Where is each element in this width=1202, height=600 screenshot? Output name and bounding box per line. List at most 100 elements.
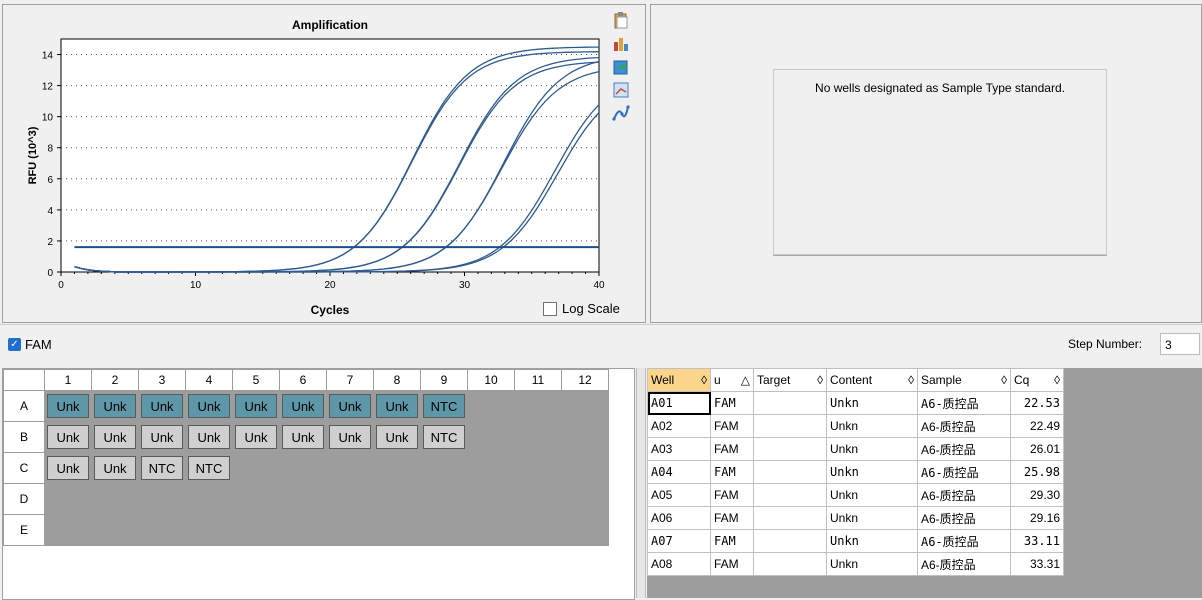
results-cell[interactable]: A6-质控品 bbox=[917, 506, 1011, 530]
curve-fit-icon[interactable] bbox=[611, 103, 631, 123]
plate-column-header[interactable]: 3 bbox=[138, 369, 186, 391]
sort-icon[interactable]: ◊ bbox=[1054, 373, 1060, 387]
plate-cell[interactable] bbox=[467, 452, 515, 484]
plate-column-header[interactable]: 8 bbox=[373, 369, 421, 391]
splitter[interactable] bbox=[636, 368, 646, 598]
results-cell[interactable]: Unkn bbox=[826, 437, 918, 461]
results-cell[interactable]: FAM bbox=[710, 391, 754, 415]
plate-well[interactable]: Unk bbox=[235, 425, 277, 449]
plate-cell[interactable]: Unk bbox=[373, 421, 421, 453]
results-row[interactable]: A06 FAM Unkn A6-质控品 29.16 bbox=[647, 506, 1064, 530]
plate-cell[interactable] bbox=[279, 483, 327, 515]
results-cell[interactable]: A07 bbox=[647, 529, 711, 553]
plate-well[interactable]: Unk bbox=[94, 425, 136, 449]
plate-cell[interactable] bbox=[561, 452, 609, 484]
plate-column-header[interactable]: 9 bbox=[420, 369, 468, 391]
results-cell[interactable]: Unkn bbox=[826, 460, 918, 484]
plate-cell[interactable] bbox=[467, 390, 515, 422]
sort-icon[interactable]: ◊ bbox=[701, 373, 707, 387]
results-cell[interactable] bbox=[753, 529, 827, 553]
plate-cell[interactable] bbox=[420, 452, 468, 484]
plate-well[interactable]: Unk bbox=[94, 394, 136, 418]
results-cell[interactable] bbox=[753, 414, 827, 438]
results-column-header[interactable]: Cq ◊ bbox=[1010, 368, 1064, 392]
log-scale-checkbox[interactable]: Log Scale bbox=[543, 301, 620, 316]
plate-well[interactable]: NTC bbox=[141, 456, 183, 480]
plate-cell[interactable]: Unk bbox=[185, 390, 233, 422]
plate-well[interactable]: Unk bbox=[47, 425, 89, 449]
results-cell[interactable]: 33.31 bbox=[1010, 552, 1064, 576]
results-row[interactable]: A04 FAM Unkn A6-质控品 25.98 bbox=[647, 460, 1064, 484]
results-cell[interactable]: A05 bbox=[647, 483, 711, 507]
sort-icon[interactable]: ◊ bbox=[817, 373, 823, 387]
plate-cell[interactable] bbox=[514, 514, 562, 546]
results-cell[interactable]: Unkn bbox=[826, 483, 918, 507]
plate-column-header[interactable]: 5 bbox=[232, 369, 280, 391]
plate-column-header[interactable]: 7 bbox=[326, 369, 374, 391]
plate-cell[interactable] bbox=[514, 421, 562, 453]
plate-cell[interactable] bbox=[232, 483, 280, 515]
plate-cell[interactable] bbox=[138, 483, 186, 515]
clipboard-copy-icon[interactable] bbox=[611, 11, 631, 31]
plate-cell[interactable] bbox=[279, 514, 327, 546]
step-number-input[interactable]: 3 bbox=[1160, 333, 1200, 355]
plate-well[interactable]: Unk bbox=[235, 394, 277, 418]
plate-column-header[interactable]: 2 bbox=[91, 369, 139, 391]
results-column-header[interactable]: Well ◊ bbox=[647, 368, 711, 392]
export-icon[interactable] bbox=[611, 57, 631, 77]
plate-cell[interactable]: Unk bbox=[44, 390, 92, 422]
plate-column-header[interactable]: 10 bbox=[467, 369, 515, 391]
plate-column-header[interactable]: 12 bbox=[561, 369, 609, 391]
plate-well[interactable]: Unk bbox=[282, 394, 324, 418]
plate-cell[interactable] bbox=[138, 514, 186, 546]
plate-row-header[interactable]: E bbox=[3, 514, 45, 546]
plate-cell[interactable]: Unk bbox=[138, 390, 186, 422]
plate-column-header[interactable]: 1 bbox=[44, 369, 92, 391]
results-cell[interactable]: Unkn bbox=[826, 529, 918, 553]
sort-icon[interactable]: ◊ bbox=[1001, 373, 1007, 387]
plate-cell[interactable] bbox=[561, 514, 609, 546]
plate-cell[interactable]: Unk bbox=[138, 421, 186, 453]
plate-well[interactable]: Unk bbox=[329, 394, 371, 418]
results-cell[interactable]: A6-质控品 bbox=[917, 529, 1011, 553]
plate-cell[interactable]: NTC bbox=[138, 452, 186, 484]
plate-well[interactable]: NTC bbox=[423, 394, 465, 418]
results-cell[interactable]: A6-质控品 bbox=[917, 483, 1011, 507]
results-cell[interactable] bbox=[753, 552, 827, 576]
plate-cell[interactable] bbox=[467, 514, 515, 546]
results-cell[interactable]: Unkn bbox=[826, 414, 918, 438]
plate-cell[interactable] bbox=[373, 514, 421, 546]
results-cell[interactable]: 33.11 bbox=[1010, 529, 1064, 553]
plate-cell[interactable]: Unk bbox=[44, 421, 92, 453]
plate-cell[interactable] bbox=[91, 514, 139, 546]
sort-icon[interactable]: ◊ bbox=[908, 373, 914, 387]
results-cell[interactable]: FAM bbox=[710, 414, 754, 438]
results-cell[interactable]: 22.49 bbox=[1010, 414, 1064, 438]
plate-cell[interactable] bbox=[420, 514, 468, 546]
plate-cell[interactable] bbox=[232, 514, 280, 546]
plate-well[interactable]: Unk bbox=[188, 425, 230, 449]
plate-cell[interactable] bbox=[44, 514, 92, 546]
plate-cell[interactable]: Unk bbox=[91, 421, 139, 453]
results-cell[interactable]: FAM bbox=[710, 460, 754, 484]
plate-cell[interactable]: NTC bbox=[420, 421, 468, 453]
plate-corner[interactable] bbox=[3, 369, 45, 391]
results-cell[interactable]: A6-质控品 bbox=[917, 414, 1011, 438]
results-cell[interactable]: 25.98 bbox=[1010, 460, 1064, 484]
plate-column-header[interactable]: 6 bbox=[279, 369, 327, 391]
plate-cell[interactable]: Unk bbox=[279, 421, 327, 453]
results-cell[interactable]: FAM bbox=[710, 552, 754, 576]
plate-well[interactable]: Unk bbox=[329, 425, 371, 449]
results-cell[interactable]: Unkn bbox=[826, 552, 918, 576]
results-cell[interactable]: A6-质控品 bbox=[917, 552, 1011, 576]
plate-cell[interactable] bbox=[561, 483, 609, 515]
results-cell[interactable]: A03 bbox=[647, 437, 711, 461]
plate-cell[interactable] bbox=[326, 483, 374, 515]
plate-cell[interactable]: Unk bbox=[326, 390, 374, 422]
plate-cell[interactable]: Unk bbox=[185, 421, 233, 453]
sort-ascending-icon[interactable]: △ bbox=[741, 373, 750, 387]
plate-cell[interactable]: Unk bbox=[232, 390, 280, 422]
plate-cell[interactable]: Unk bbox=[91, 452, 139, 484]
plate-column-header[interactable]: 11 bbox=[514, 369, 562, 391]
results-cell[interactable]: FAM bbox=[710, 437, 754, 461]
